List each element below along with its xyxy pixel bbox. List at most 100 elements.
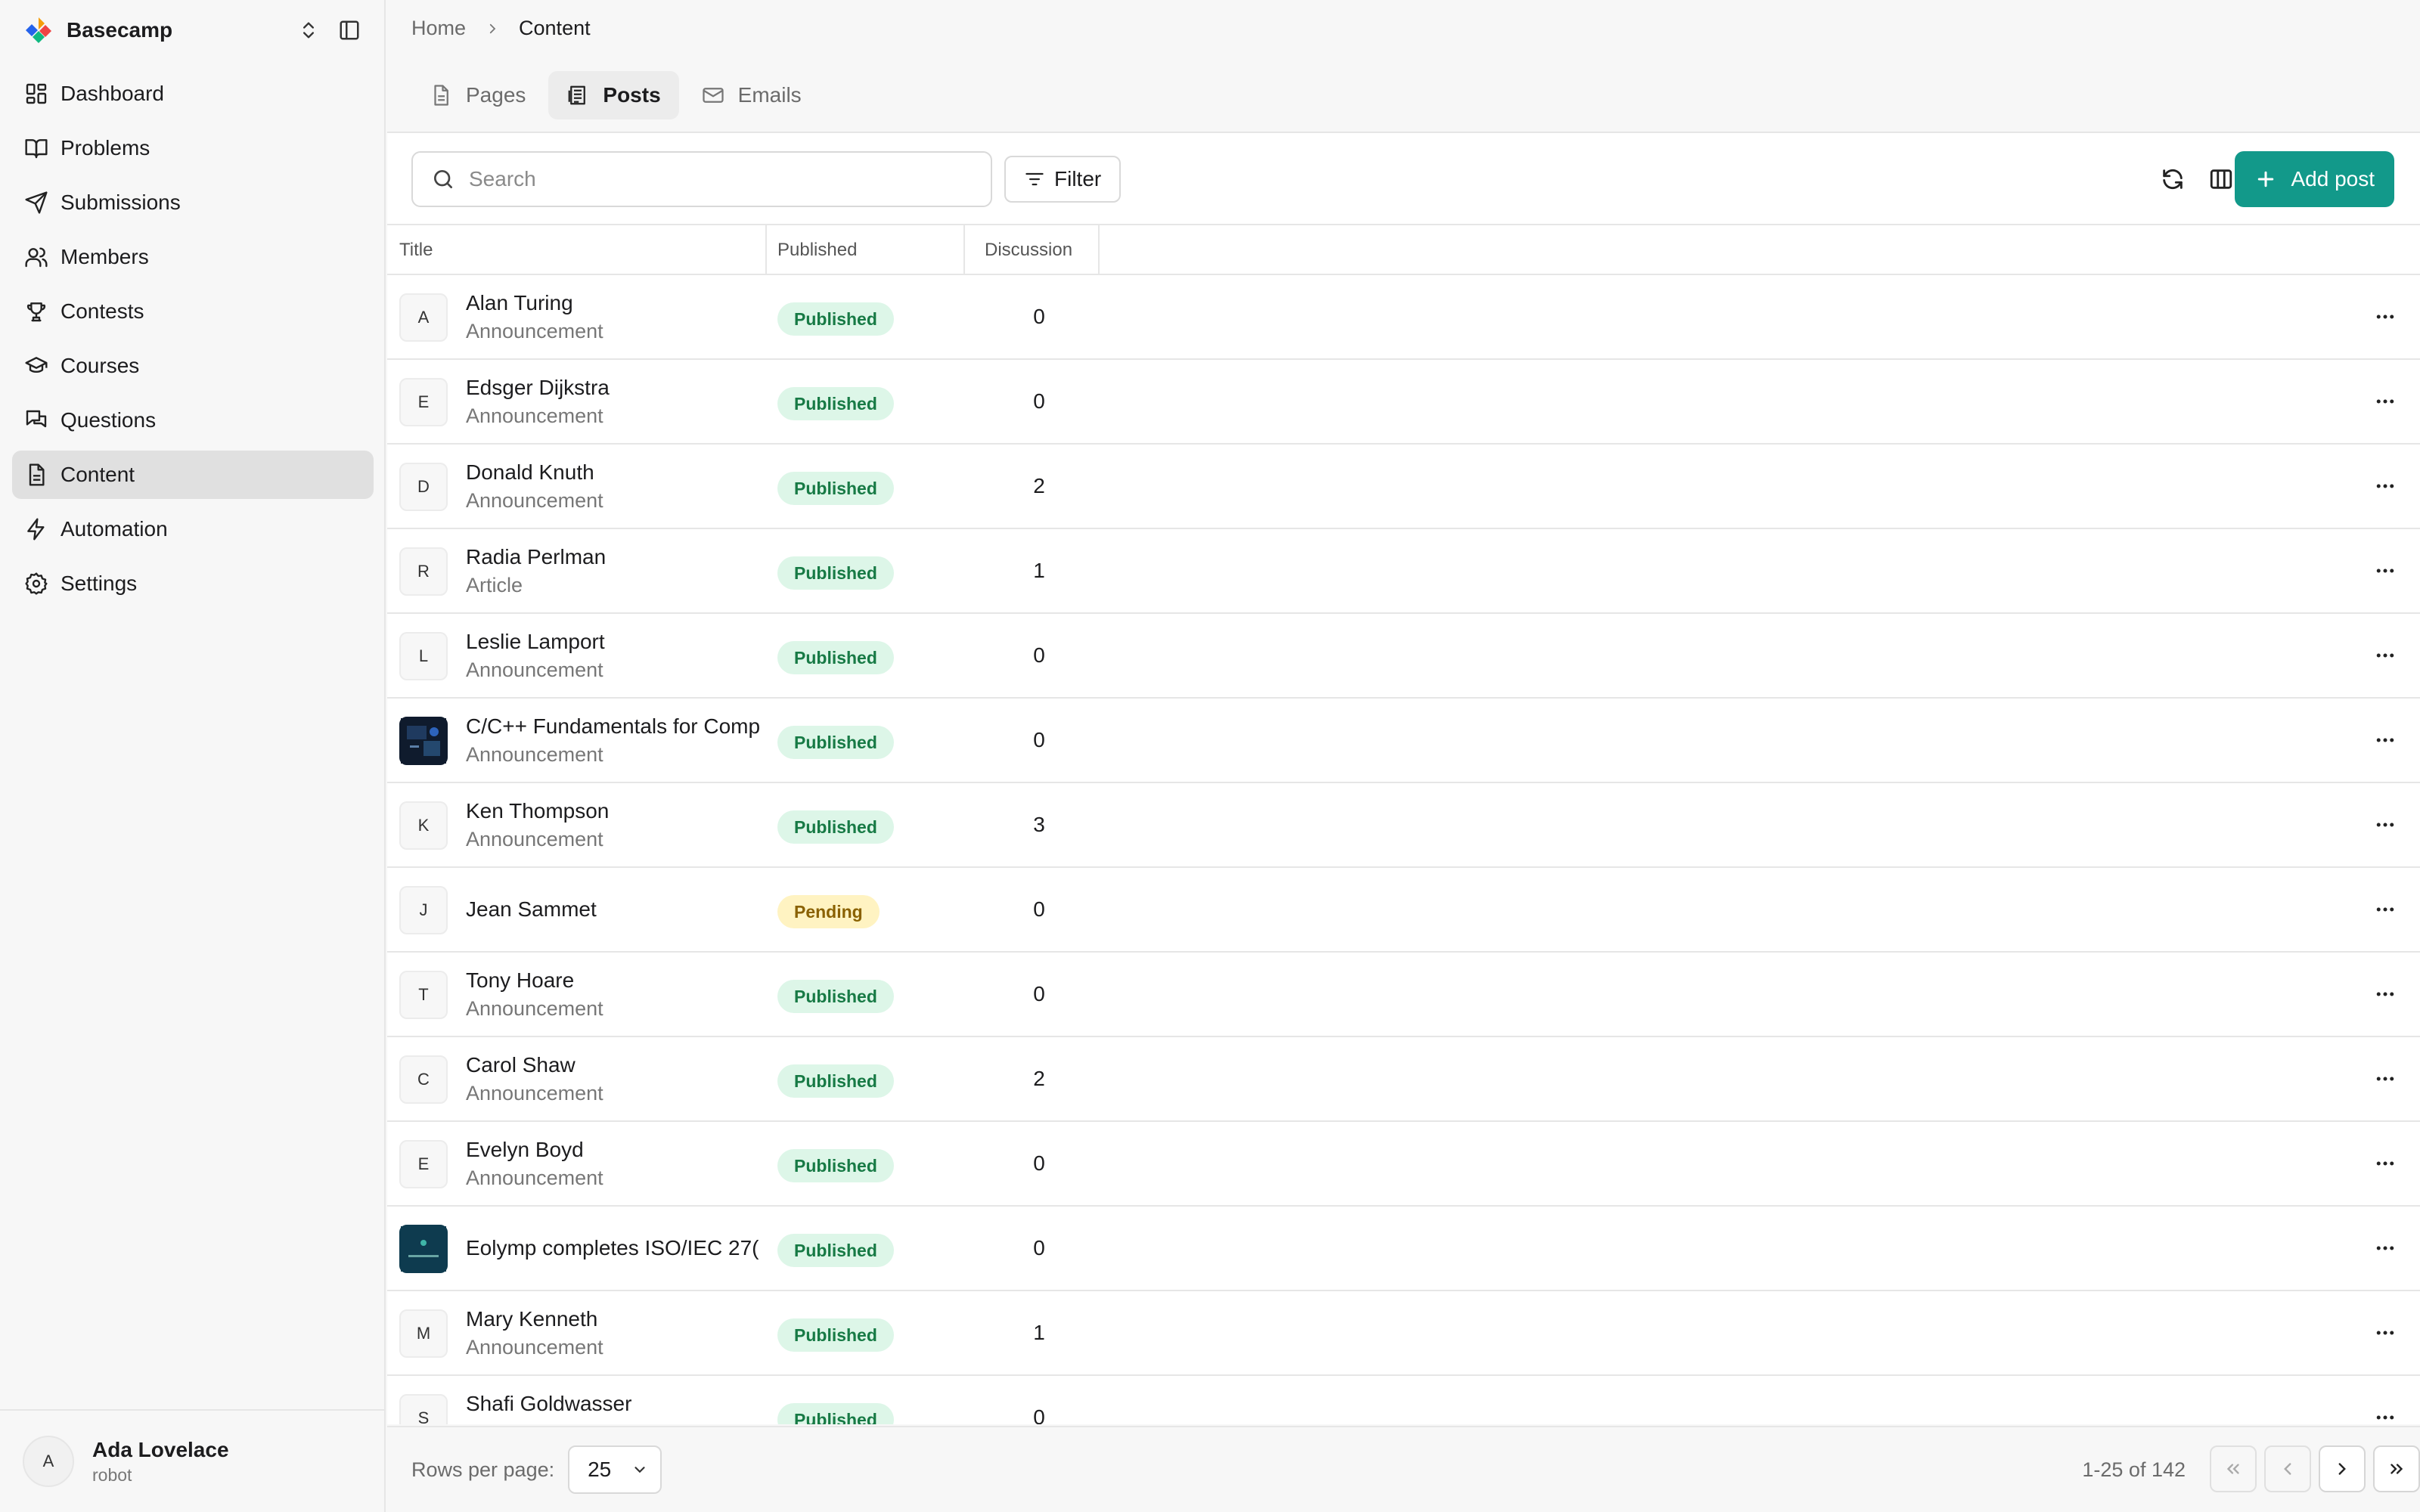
mail-icon xyxy=(702,84,724,107)
user-menu[interactable]: A Ada Lovelace robot xyxy=(0,1409,384,1512)
more-actions-icon[interactable] xyxy=(2370,810,2400,840)
table-row[interactable]: D Donald Knuth Announcement Published 2 xyxy=(387,445,2420,529)
page-header: Home Content Pages Posts Emails xyxy=(387,0,2420,133)
sidebar-toggle-icon[interactable] xyxy=(334,15,365,45)
sidebar-item-contests[interactable]: Contests xyxy=(12,287,374,336)
filter-button[interactable]: Filter xyxy=(1004,156,1122,203)
column-header-published[interactable]: Published xyxy=(767,225,965,275)
more-actions-icon[interactable] xyxy=(2370,1318,2400,1348)
sidebar-item-settings[interactable]: Settings xyxy=(12,559,374,608)
trophy-icon xyxy=(24,299,48,324)
post-title[interactable]: Donald Knuth xyxy=(466,460,765,485)
plus-icon xyxy=(2254,168,2277,191)
more-actions-icon[interactable] xyxy=(2370,1064,2400,1094)
send-icon xyxy=(24,191,48,215)
more-actions-icon[interactable] xyxy=(2370,556,2400,586)
table-row[interactable]: R Radia Perlman Article Published 1 xyxy=(387,529,2420,614)
gear-icon xyxy=(24,572,48,596)
status-badge: Published xyxy=(777,1064,894,1098)
post-title-cell: Carol Shaw Announcement xyxy=(466,1037,765,1120)
next-page-button[interactable] xyxy=(2319,1445,2366,1492)
sidebar-item-problems[interactable]: Problems xyxy=(12,124,374,172)
more-actions-icon[interactable] xyxy=(2370,1233,2400,1263)
avatar: L xyxy=(399,632,448,680)
avatar: C xyxy=(399,1055,448,1104)
search-input[interactable] xyxy=(469,167,968,191)
sidebar-item-courses[interactable]: Courses xyxy=(12,342,374,390)
table-row[interactable]: K Ken Thompson Announcement Published 3 xyxy=(387,783,2420,868)
sidebar-item-content[interactable]: Content xyxy=(12,451,374,499)
sidebar-item-label: Content xyxy=(60,463,135,486)
search-box[interactable] xyxy=(411,151,992,207)
table-row[interactable]: E Edsger Dijkstra Announcement Published 0 xyxy=(387,360,2420,445)
post-title[interactable]: Ken Thompson xyxy=(466,799,765,823)
sidebar-item-members[interactable]: Members xyxy=(12,233,374,281)
more-actions-icon[interactable] xyxy=(2370,386,2400,417)
basecamp-logo-icon xyxy=(23,14,54,46)
previous-page-button[interactable] xyxy=(2264,1445,2311,1492)
tab-emails[interactable]: Emails xyxy=(684,71,820,119)
post-title[interactable]: Tony Hoare xyxy=(466,968,765,993)
more-actions-icon[interactable] xyxy=(2370,725,2400,755)
table-row[interactable]: T Tony Hoare Announcement Published 0 xyxy=(387,953,2420,1037)
main-content: Home Content Pages Posts Emails Search F… xyxy=(387,0,2420,1512)
refresh-icon[interactable] xyxy=(2154,160,2192,198)
first-page-button[interactable] xyxy=(2210,1445,2257,1492)
post-title[interactable]: Alan Turing xyxy=(466,291,765,315)
message-question-icon xyxy=(24,408,48,432)
more-actions-icon[interactable] xyxy=(2370,894,2400,925)
more-actions-icon[interactable] xyxy=(2370,640,2400,671)
column-header-title[interactable]: Title xyxy=(387,225,767,275)
more-actions-icon[interactable] xyxy=(2370,471,2400,501)
brand-switcher[interactable]: Basecamp xyxy=(23,14,365,47)
breadcrumb-home[interactable]: Home xyxy=(411,17,466,40)
more-actions-icon[interactable] xyxy=(2370,1148,2400,1179)
post-title[interactable]: Carol Shaw xyxy=(466,1053,765,1077)
sidebar-item-questions[interactable]: Questions xyxy=(12,396,374,445)
more-actions-icon[interactable] xyxy=(2370,1402,2400,1424)
column-header-discussion[interactable]: Discussion xyxy=(965,225,1100,275)
post-title[interactable]: C/C++ Fundamentals for Comp xyxy=(466,714,765,739)
table-row[interactable]: S Shafi Goldwasser Announcement Published 0 xyxy=(387,1376,2420,1424)
post-title-cell: C/C++ Fundamentals for Comp Announcement xyxy=(466,699,765,782)
more-actions-icon[interactable] xyxy=(2370,979,2400,1009)
sidebar-item-automation[interactable]: Automation xyxy=(12,505,374,553)
add-post-button[interactable]: Add post xyxy=(2235,151,2394,207)
tab-label: Posts xyxy=(603,83,661,107)
post-title[interactable]: Jean Sammet xyxy=(466,897,765,922)
graduation-cap-icon xyxy=(24,354,48,378)
filter-label: Filter xyxy=(1054,167,1102,191)
table-row[interactable]: A Alan Turing Announcement Published 0 xyxy=(387,275,2420,360)
sidebar-item-label: Dashboard xyxy=(60,82,164,105)
table-row[interactable]: M Mary Kenneth Announcement Published 1 xyxy=(387,1291,2420,1376)
table-row[interactable]: J Jean Sammet Pending 0 xyxy=(387,868,2420,953)
table-row[interactable]: C Carol Shaw Announcement Published 2 xyxy=(387,1037,2420,1122)
post-title[interactable]: Eolymp completes ISO/IEC 27( xyxy=(466,1236,765,1260)
post-title[interactable]: Shafi Goldwasser xyxy=(466,1392,765,1416)
sidebar-item-submissions[interactable]: Submissions xyxy=(12,178,374,227)
post-type: Announcement xyxy=(466,827,603,850)
tab-posts[interactable]: Posts xyxy=(548,71,679,119)
last-page-button[interactable] xyxy=(2373,1445,2420,1492)
chevrons-up-down-icon[interactable] xyxy=(293,15,324,45)
post-title-cell: Shafi Goldwasser Announcement xyxy=(466,1376,765,1425)
sidebar-item-dashboard[interactable]: Dashboard xyxy=(12,70,374,118)
table-row[interactable]: C/C++ Fundamentals for Comp Announcement P… xyxy=(387,699,2420,783)
post-title[interactable]: Evelyn Boyd xyxy=(466,1138,765,1162)
post-title-cell: Jean Sammet xyxy=(466,868,765,951)
post-thumbnail xyxy=(399,717,448,765)
tab-label: Pages xyxy=(466,83,526,107)
table-row[interactable]: E Evelyn Boyd Announcement Published 0 xyxy=(387,1122,2420,1207)
table-row[interactable]: L Leslie Lamport Announcement Published 0 xyxy=(387,614,2420,699)
table-header: Title Published Discussion xyxy=(387,225,2420,275)
post-title[interactable]: Radia Perlman xyxy=(466,545,765,569)
post-title[interactable]: Leslie Lamport xyxy=(466,630,765,654)
post-title[interactable]: Mary Kenneth xyxy=(466,1307,765,1331)
more-actions-icon[interactable] xyxy=(2370,302,2400,332)
tab-pages[interactable]: Pages xyxy=(411,71,544,119)
post-title[interactable]: Edsger Dijkstra xyxy=(466,376,765,400)
post-type: Announcement xyxy=(466,404,603,427)
rows-per-page-select[interactable]: 25 xyxy=(568,1445,662,1494)
sidebar-item-label: Settings xyxy=(60,572,138,595)
table-row[interactable]: Eolymp completes ISO/IEC 27(Published 0 xyxy=(387,1207,2420,1291)
